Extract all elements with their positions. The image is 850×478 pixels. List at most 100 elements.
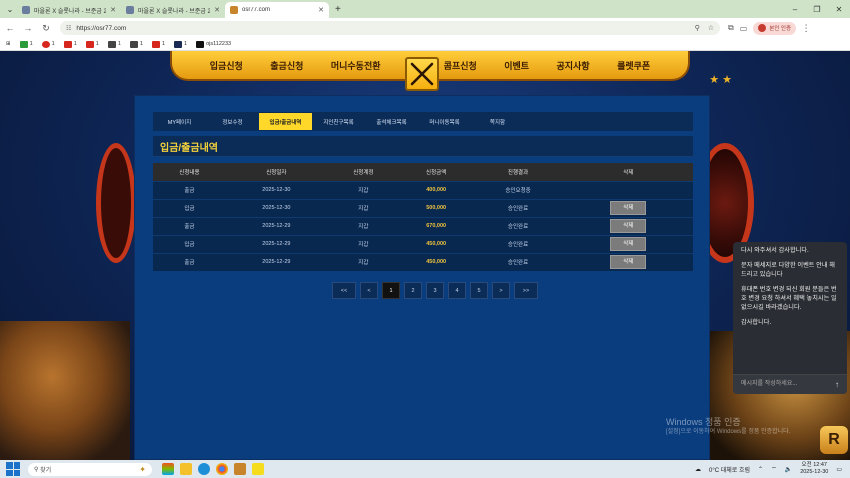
bookmark-item[interactable]: 1 [129, 40, 143, 48]
bookmark-item[interactable]: 1 [63, 40, 77, 48]
table-row: 출금 2025-12-29 지갑 450,000 승인완료 삭제 [153, 252, 693, 271]
cell-amount: 400,000 [399, 180, 473, 199]
page-button-5[interactable]: 5 [470, 282, 488, 299]
site-info-icon[interactable]: ☷ [66, 25, 71, 32]
close-tab-icon[interactable]: ✕ [110, 6, 116, 14]
nav-event[interactable]: 이벤트 [504, 59, 529, 72]
page-button-3[interactable]: 3 [426, 282, 444, 299]
translate-icon[interactable]: ⚲ [695, 24, 700, 32]
close-tab-icon[interactable]: ✕ [214, 6, 220, 14]
cell-delete: 삭제 [563, 198, 693, 217]
tray-chevron-icon[interactable]: ⌃ [758, 466, 763, 473]
weather-icon[interactable]: ☁ [695, 466, 701, 473]
table-row: 입금 2025-12-29 지갑 450,000 승인완료 삭제 [153, 234, 693, 253]
chat-launcher-button[interactable]: R [820, 426, 848, 454]
bookmark-item[interactable]: 1 [41, 40, 55, 48]
nav-deposit-request[interactable]: 입금신청 [210, 59, 243, 72]
page-button-2[interactable]: 2 [404, 282, 422, 299]
column-header: 삭제 [563, 163, 693, 181]
notification-icon[interactable]: ▭ [836, 466, 842, 473]
back-arrow-icon[interactable]: ← [2, 20, 18, 36]
file-explorer-icon[interactable] [180, 463, 192, 475]
apps-grid-icon[interactable]: ⊞ [6, 41, 11, 47]
browser-tab-1[interactable]: 마을론 X 슬롯나라 - 브준금 2대... ✕ [17, 2, 121, 18]
maximize-button[interactable]: ❐ [806, 0, 828, 18]
chat-message: 다시 와주셔서 감사합니다. [741, 247, 809, 254]
tab-deposit-withdraw-history[interactable]: 입금/출금내역 [259, 113, 312, 130]
tab-edit-info[interactable]: 정보수정 [206, 113, 259, 130]
chrome-icon[interactable] [216, 463, 228, 475]
search-label: 찾기 [40, 467, 52, 474]
cell-account: 지갑 [326, 198, 400, 217]
tab-money-move-list[interactable]: 머니이동목록 [418, 113, 471, 130]
delete-button[interactable]: 삭제 [610, 255, 647, 270]
forward-arrow-icon[interactable]: → [20, 20, 36, 36]
profile-button[interactable]: 본인 인증 [753, 21, 797, 35]
send-icon[interactable]: ↑ [835, 380, 839, 389]
taskbar-search[interactable]: ⚲ 찾기 ✦ [28, 462, 152, 476]
next-page-button[interactable]: > [492, 282, 510, 299]
first-page-button[interactable]: << [332, 282, 356, 299]
windows-start-icon[interactable] [6, 462, 20, 476]
prev-page-button[interactable]: < [360, 282, 378, 299]
new-tab-button[interactable]: + [335, 4, 341, 15]
close-icon[interactable] [405, 57, 439, 91]
bookmark-item[interactable]: 1 [174, 40, 187, 48]
edge-icon[interactable] [198, 463, 210, 475]
chat-message: 문자 메세지로 다양한 이벤트 안내 해드리고 있습니다 [741, 262, 835, 278]
nav-notice[interactable]: 공지사항 [557, 59, 590, 72]
search-highlight-icon: ✦ [139, 464, 146, 474]
bookmark-item[interactable]: 1 [19, 40, 33, 48]
tab-attendance-list[interactable]: 출석체크목록 [365, 113, 418, 130]
bookmark-item[interactable]: 1 [85, 40, 99, 48]
page-button-4[interactable]: 4 [448, 282, 466, 299]
history-table: 신청내용 신청일자 신청계정 신청금액 진행결과 삭제 출금 2025-12-3… [153, 163, 693, 271]
clock[interactable]: 오전 12:47 2025-12-30 [800, 462, 828, 476]
browser-tab-3[interactable]: osr77.com ✕ [225, 2, 329, 18]
bookmark-icon [151, 40, 160, 48]
url-text: https://osr77.com [76, 24, 127, 32]
nav-comp-request[interactable]: 콤프신청 [444, 59, 477, 72]
system-tray: ☁ 0°C 대체로 흐림 ⌃ ⌔ 🔈 오전 12:47 2025-12-30 ▭ [695, 462, 850, 476]
bookmark-item[interactable]: 1 [151, 40, 165, 48]
extensions-icon[interactable]: ⧉ [728, 23, 734, 33]
delete-button[interactable]: 삭제 [610, 219, 647, 233]
window-controls: – ❐ ✕ [784, 0, 850, 18]
tab-search-icon[interactable]: ⌄ [3, 2, 17, 16]
nav-roulette-coupon[interactable]: 룰렛쿠폰 [617, 59, 650, 72]
page-button-1[interactable]: 1 [382, 282, 400, 299]
cell-status: 승인완료 [472, 216, 564, 235]
last-page-button[interactable]: >> [514, 282, 538, 299]
cell-status: 승인완료 [472, 252, 564, 271]
cell-date: 2025-12-30 [225, 180, 327, 199]
browser-tab-2[interactable]: 마을론 X 슬롯나라 - 브준금 2대... ✕ [121, 2, 225, 18]
bookmark-item[interactable]: ojs112233 [196, 40, 231, 48]
chrome-app-icon[interactable] [234, 463, 246, 475]
close-window-button[interactable]: ✕ [828, 0, 850, 18]
bookmark-icon [19, 40, 28, 48]
bookmark-star-icon[interactable]: ☆ [708, 24, 714, 32]
bookmark-item[interactable]: 1 [107, 40, 121, 48]
minimize-button[interactable]: – [784, 0, 806, 18]
star-decoration-icon: ★★ [709, 74, 735, 86]
delete-button[interactable]: 삭제 [610, 201, 647, 215]
nav-money-transfer[interactable]: 머니수동전환 [331, 59, 381, 72]
reload-icon[interactable]: ↻ [38, 20, 54, 36]
side-panel-icon[interactable]: ▭ [740, 24, 748, 33]
menu-icon[interactable]: ⋮ [798, 20, 814, 36]
tab-friend-list[interactable]: 지인친구목록 [312, 113, 365, 130]
close-tab-icon[interactable]: ✕ [318, 6, 324, 14]
windows-store-icon[interactable] [162, 463, 174, 475]
tab-mypage[interactable]: MY페이지 [153, 113, 206, 130]
tab-messages[interactable]: 쪽지함 [471, 113, 524, 130]
taskbar-apps [162, 463, 264, 475]
network-icon[interactable]: ⌔ [771, 465, 777, 473]
kakaotalk-icon[interactable] [252, 463, 264, 475]
address-bar[interactable]: ☷ https://osr77.com ⚲ ☆ [60, 21, 720, 35]
chat-input[interactable]: 메시지를 작성하세요... ↑ [733, 374, 847, 394]
column-header: 신청일자 [225, 163, 327, 181]
mypage-panel: MY페이지 정보수정 입금/출금내역 지인친구목록 출석체크목록 머니이동목록 … [134, 95, 710, 460]
nav-withdraw-request[interactable]: 출금신청 [270, 59, 303, 72]
volume-icon[interactable]: 🔈 [785, 466, 792, 473]
delete-button[interactable]: 삭제 [610, 237, 647, 251]
